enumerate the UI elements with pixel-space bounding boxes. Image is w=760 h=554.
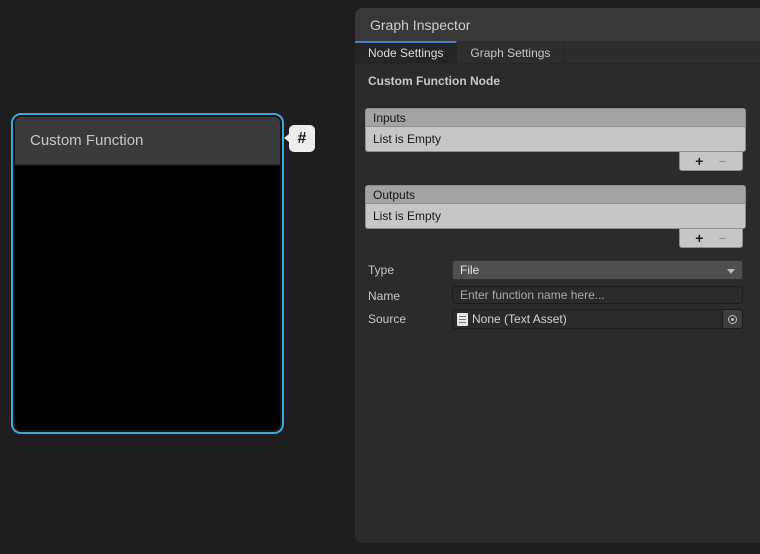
tab-graph-settings[interactable]: Graph Settings [457, 41, 564, 63]
source-label: Source [368, 309, 406, 329]
object-picker-button[interactable] [722, 310, 742, 328]
name-label: Name [368, 286, 400, 306]
add-icon: + [695, 230, 703, 246]
remove-icon: − [719, 230, 727, 246]
node-preview-area [15, 166, 280, 430]
outputs-list-footer: + − [679, 229, 743, 248]
text-asset-icon [457, 313, 468, 326]
inputs-list-footer: + − [679, 152, 743, 171]
object-picker-icon [728, 315, 737, 324]
custom-function-node[interactable]: Custom Function [11, 113, 284, 434]
source-object-value: None (Text Asset) [472, 312, 567, 326]
function-name-input[interactable] [452, 286, 743, 304]
hash-icon: # [298, 130, 307, 148]
outputs-empty-row: List is Empty [365, 203, 746, 229]
inputs-empty-row: List is Empty [365, 126, 746, 152]
badge-tail [284, 134, 289, 142]
inputs-list: Inputs List is Empty + − [365, 108, 746, 152]
tab-graph-settings-label: Graph Settings [470, 46, 550, 60]
name-row: Name [368, 286, 743, 304]
type-dropdown-value: File [460, 263, 479, 277]
graph-canvas[interactable]: Custom Function # [0, 0, 355, 554]
node-settings-heading: Custom Function Node [368, 74, 500, 88]
remove-icon: − [719, 153, 727, 169]
inputs-add-button[interactable]: + [695, 154, 703, 168]
inspector-tab-bar: Node Settings Graph Settings [355, 41, 760, 64]
inputs-remove-button[interactable]: − [719, 154, 727, 168]
inputs-list-header: Inputs [365, 108, 746, 126]
tab-node-settings-label: Node Settings [368, 46, 443, 60]
panel-title: Graph Inspector [370, 17, 470, 33]
outputs-list-title: Outputs [373, 188, 415, 202]
outputs-empty-text: List is Empty [373, 209, 441, 223]
outputs-list-header: Outputs [365, 185, 746, 203]
outputs-remove-button[interactable]: − [719, 231, 727, 245]
source-row: Source None (Text Asset) [368, 309, 743, 329]
chevron-down-icon [727, 269, 735, 274]
add-icon: + [695, 153, 703, 169]
tab-node-settings[interactable]: Node Settings [355, 41, 457, 63]
inputs-empty-text: List is Empty [373, 132, 441, 146]
type-row: Type File [368, 260, 743, 280]
type-label: Type [368, 260, 394, 280]
type-dropdown[interactable]: File [452, 260, 743, 280]
node-title: Custom Function [30, 132, 143, 149]
panel-header[interactable]: Graph Inspector [355, 8, 760, 41]
outputs-list: Outputs List is Empty + − [365, 185, 746, 229]
graph-inspector-panel: Graph Inspector Node Settings Graph Sett… [355, 8, 760, 543]
node-hash-badge[interactable]: # [289, 125, 315, 152]
source-object-field[interactable]: None (Text Asset) [452, 309, 743, 329]
outputs-add-button[interactable]: + [695, 231, 703, 245]
inputs-list-title: Inputs [373, 111, 406, 125]
node-title-bar[interactable]: Custom Function [15, 117, 280, 165]
